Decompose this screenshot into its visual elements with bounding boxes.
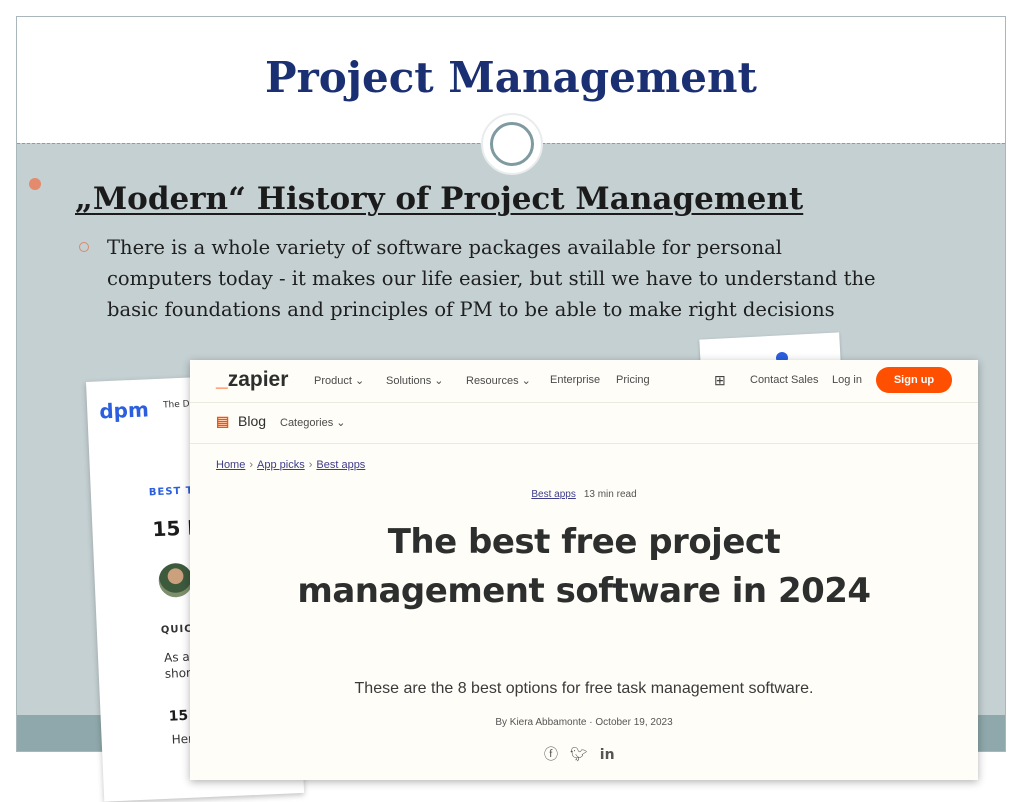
nav-solutions[interactable]: Solutions ⌄ bbox=[386, 374, 444, 387]
breadcrumb: Home › App picks › Best apps bbox=[216, 459, 366, 471]
zapier-navbar: _zapier Product ⌄ Solutions ⌄ Resources … bbox=[190, 360, 978, 402]
slide-title: Project Management bbox=[265, 53, 757, 102]
nav-login[interactable]: Log in bbox=[832, 374, 862, 386]
zapier-logo[interactable]: _zapier bbox=[216, 368, 288, 392]
linkedin-icon[interactable]: in bbox=[600, 747, 615, 763]
blog-icon: ▤ bbox=[216, 413, 230, 429]
article-headline: The best free project management softwar… bbox=[297, 522, 871, 611]
avatar bbox=[158, 562, 194, 598]
read-time: 13 min read bbox=[583, 489, 637, 500]
social-share: ⓕ 🐦︎ in bbox=[544, 744, 627, 764]
zapier-article-screenshot: _zapier Product ⌄ Solutions ⌄ Resources … bbox=[190, 360, 978, 780]
article-subhead: These are the 8 best options for free ta… bbox=[354, 680, 814, 697]
article-byline: By Kiera Abbamonte · October 19, 2023 bbox=[495, 717, 673, 728]
body-line: There is a whole variety of software pac… bbox=[107, 236, 783, 259]
body-line: computers today - it makes our life easi… bbox=[107, 267, 876, 290]
breadcrumb-best-apps[interactable]: Best apps bbox=[316, 459, 365, 471]
decorative-circle-icon bbox=[481, 113, 543, 175]
twitter-icon[interactable]: 🐦︎ bbox=[570, 746, 588, 762]
body-text: There is a whole variety of software pac… bbox=[107, 232, 987, 325]
section-heading: „Modern“ History of Project Management bbox=[75, 181, 804, 217]
hollow-bullet-icon bbox=[79, 242, 89, 252]
nav-resources[interactable]: Resources ⌄ bbox=[466, 374, 531, 387]
breadcrumb-app-picks[interactable]: App picks bbox=[257, 459, 305, 471]
dpm-logo: dpm bbox=[98, 397, 150, 424]
signup-button[interactable]: Sign up bbox=[876, 367, 952, 393]
article-meta: Best apps 13 min read bbox=[190, 489, 978, 500]
grid-icon[interactable]: ⊞ bbox=[714, 372, 726, 389]
nav-contact-sales[interactable]: Contact Sales bbox=[750, 374, 818, 386]
bullet-dot-icon bbox=[29, 178, 41, 190]
nav-product[interactable]: Product ⌄ bbox=[314, 374, 364, 387]
facebook-icon[interactable]: ⓕ bbox=[544, 746, 558, 762]
meta-category-link[interactable]: Best apps bbox=[531, 489, 575, 500]
blog-link[interactable]: Blog bbox=[238, 413, 266, 429]
breadcrumb-home[interactable]: Home bbox=[216, 459, 245, 471]
nav-enterprise[interactable]: Enterprise bbox=[550, 374, 600, 386]
body-line: basic foundations and principles of PM t… bbox=[107, 298, 835, 321]
categories-dropdown[interactable]: Categories ⌄ bbox=[280, 416, 345, 429]
nav-pricing[interactable]: Pricing bbox=[616, 374, 650, 386]
